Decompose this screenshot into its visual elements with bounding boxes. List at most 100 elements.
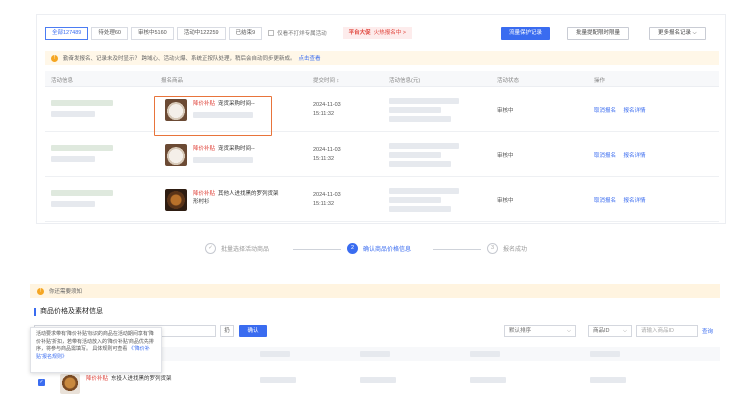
confirm-button[interactable]: 确认: [239, 325, 267, 337]
registration-detail-link[interactable]: 报名详情: [624, 153, 646, 159]
warning-text: 你还需要须知: [49, 289, 83, 295]
only-exclusive-checkbox[interactable]: 仅看不打烊专属活动: [268, 29, 327, 37]
info-icon: !: [51, 54, 58, 62]
blurred-header: [470, 351, 500, 357]
registration-detail-link[interactable]: 报名详情: [624, 198, 646, 204]
check-icon: ✓: [205, 243, 216, 254]
table-row: [30, 369, 720, 399]
step-number: 2: [347, 243, 358, 254]
notice-text: 勤奋发报名、记录未及时显示？ 跨域心、活动火爆、系统正按队处理，稍后会自动同步更…: [63, 56, 296, 62]
filter-tab-active[interactable]: 活动中122259: [176, 26, 226, 40]
step-3: 3 报名成功: [487, 243, 527, 254]
price-confirm-panel: ! 你还需要须知 商品价格及素材信息 请输入商品ID/名称 扔 确认 默认排序⌵…: [30, 279, 726, 413]
table-header: 活动信息 报名商品 提交时间 ↕ 活动信息(元) 活动状态 操作: [45, 71, 719, 87]
blurred-cell: [470, 377, 506, 383]
submit-time: 2024-11-03 15:11:32: [313, 102, 341, 117]
small-button[interactable]: 扔: [220, 325, 234, 337]
step-connector: [293, 249, 341, 250]
id-type-select[interactable]: 商品ID ⌵: [588, 325, 632, 337]
status-text: 审核中: [497, 108, 514, 114]
product-thumbnail: [165, 189, 187, 211]
registration-records-panel: 全部127489 待处理60 审核中5160 活动中122259 已结束9 仅看…: [36, 14, 726, 224]
blurred-cell: [260, 377, 296, 383]
checkbox-box[interactable]: [268, 30, 275, 36]
chevron-down-icon: ⌵: [692, 30, 697, 36]
blurred-activity-name: [51, 100, 113, 106]
blurred-price: [389, 206, 451, 212]
cancel-registration-link[interactable]: 取消报名: [594, 198, 616, 204]
row-operations: 取消报名 报名详情: [594, 151, 652, 159]
step-2: 2 确认商品价格信息: [347, 243, 411, 254]
cancel-registration-link[interactable]: 取消报名: [594, 153, 616, 159]
blurred-price: [389, 152, 441, 158]
blurred-activity-id: [51, 156, 95, 162]
blurred-activity-id: [51, 201, 95, 207]
th-submit-time[interactable]: 提交时间 ↕: [313, 76, 339, 84]
registration-detail-link[interactable]: 报名详情: [624, 108, 646, 114]
step-label: 报名成功: [503, 247, 528, 253]
cancel-registration-link[interactable]: 取消报名: [594, 108, 616, 114]
product-thumbnail: [165, 144, 187, 166]
product-title[interactable]: 降价补贴 其他人进找黑的罗列货架形村衫: [193, 190, 281, 206]
blurred-price: [389, 143, 459, 149]
submit-time: 2024-11-03 15:11:32: [313, 147, 341, 162]
highlight-box: [154, 96, 272, 136]
filter-tab-reviewing[interactable]: 审核中5160: [130, 26, 174, 40]
subsidy-tag: 降价补贴: [86, 376, 109, 382]
notice-link[interactable]: 点击查看: [299, 54, 321, 62]
sort-select[interactable]: 默认排序 ⌵: [504, 325, 576, 337]
step-indicator: ✓ 批量选择活动商品 2 确认商品价格信息 3 报名成功: [205, 243, 545, 257]
subsidy-tag: 降价补贴: [193, 191, 216, 197]
table-row: 降价补贴 其他人进找黑的罗列货架形村衫 2024-11-03 15:11:32 审核…: [45, 178, 719, 222]
blurred-header: [590, 351, 620, 357]
protect-records-button[interactable]: 流量保护记录: [501, 27, 551, 40]
blurred-activity-name: [51, 190, 113, 196]
filter-tab-pending[interactable]: 待处理60: [91, 26, 128, 40]
th-activity-price: 活动信息(元): [389, 78, 421, 84]
submit-time: 2024-11-03 15:11:32: [313, 192, 341, 207]
table-row: 降价补贴 宠货采购时间-- 2024-11-03 15:11:32 审核中 取消报名…: [45, 88, 719, 132]
blurred-activity-id: [51, 111, 95, 117]
status-text: 审核中: [497, 198, 514, 204]
promo-banner[interactable]: 平台大促 火热报名中 >: [342, 27, 412, 39]
th-activity: 活动信息: [51, 78, 74, 84]
row-checkbox[interactable]: ✓: [38, 379, 45, 386]
step-number: 3: [487, 243, 498, 254]
step-label: 确认商品价格信息: [363, 247, 412, 253]
step-1: ✓ 批量选择活动商品: [205, 243, 269, 254]
filter-tab-all[interactable]: 全部127489: [45, 26, 89, 40]
warning-icon: !: [37, 287, 44, 295]
blurred-price: [389, 161, 451, 167]
th-status: 活动状态: [497, 78, 520, 84]
blurred-price: [389, 98, 459, 104]
blurred-price: [389, 116, 451, 122]
promo-text: 火热报名中 >: [373, 30, 406, 36]
row-operations: 取消报名 报名详情: [594, 106, 652, 114]
batch-settings-button[interactable]: 批量提配限时限量: [567, 27, 630, 40]
filter-tab-ended[interactable]: 已结束9: [228, 26, 263, 40]
filter-bar: 全部127489 待处理60 审核中5160 活动中122259 已结束9 仅看…: [45, 25, 412, 41]
row-operations: 取消报名 报名详情: [594, 196, 652, 204]
blurred-activity-name: [51, 145, 113, 151]
more-records-button[interactable]: 更多报名记录 ⌵: [649, 27, 706, 40]
step-connector: [433, 249, 481, 250]
blurred-price: [389, 197, 441, 203]
sort-icon[interactable]: ↕: [337, 78, 340, 84]
product-title[interactable]: 降价补贴 宠货采购时间--: [193, 145, 281, 163]
blurred-product-id: [193, 157, 253, 163]
checkbox-label: 仅看不打烊专属活动: [277, 31, 327, 37]
blurred-price: [389, 107, 441, 113]
blurred-price: [389, 188, 459, 194]
id-input[interactable]: 请输入商品ID: [636, 325, 698, 337]
chevron-down-icon: ⌵: [622, 328, 627, 334]
blurred-header: [360, 351, 390, 357]
warning-bar: ! 你还需要须知: [30, 284, 720, 298]
status-text: 审核中: [497, 153, 514, 159]
table-row: 降价补贴 宠货采购时间-- 2024-11-03 15:11:32 审核中 取消报名…: [45, 133, 719, 177]
notice-bar: ! 勤奋发报名、记录未及时显示？ 跨域心、活动火爆、系统正按队处理，稍后会自动同…: [45, 51, 719, 65]
th-product: 报名商品: [161, 78, 184, 84]
query-button[interactable]: 查询: [702, 327, 713, 335]
more-records-label: 更多报名记录: [658, 30, 692, 36]
product-title[interactable]: 降价补贴 东投人进找黑的罗列货架: [86, 375, 176, 383]
blurred-header: [260, 351, 290, 357]
